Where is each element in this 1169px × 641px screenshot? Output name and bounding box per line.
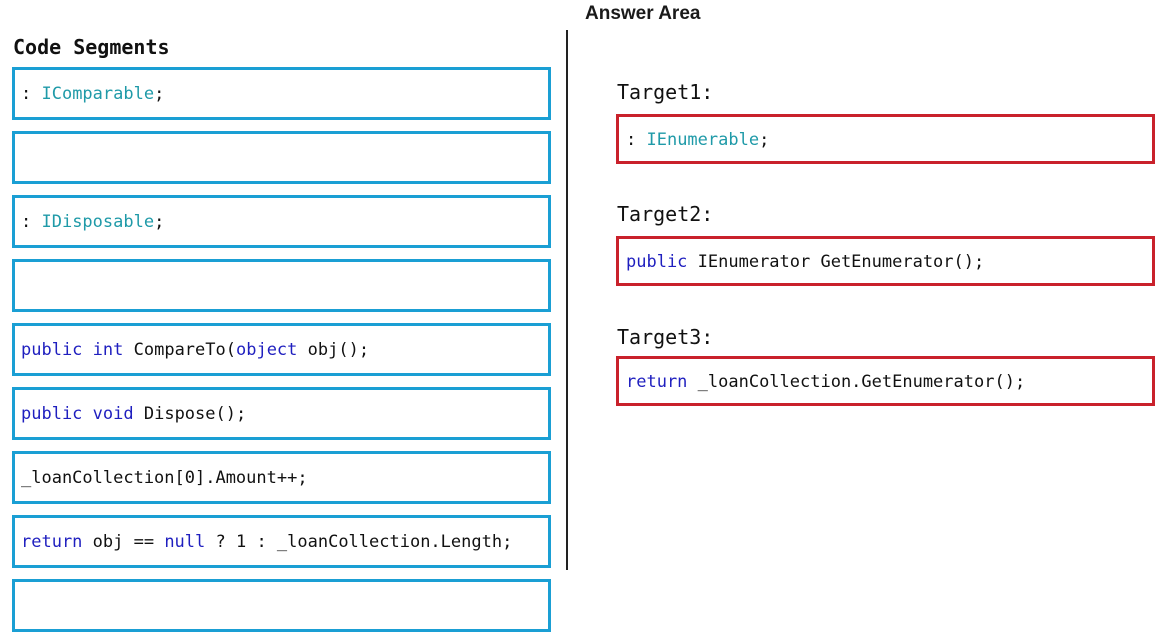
code-token: return <box>21 532 83 552</box>
code-token: ? 1 : _loanCollection.Length; <box>205 532 513 552</box>
code-segment[interactable]: public int CompareTo(object obj(); <box>12 323 551 376</box>
target-drop-zone[interactable]: public IEnumerator GetEnumerator(); <box>616 236 1155 286</box>
target-label: Target2: <box>617 202 714 226</box>
code-token: CompareTo( <box>123 340 236 360</box>
code-token: IEnumerable <box>646 130 760 150</box>
code-segment-empty[interactable] <box>12 579 551 632</box>
code-token: _loanCollection.GetEnumerator(); <box>687 372 1026 392</box>
code-segment[interactable]: _loanCollection[0].Amount++; <box>12 451 551 504</box>
code-token: : <box>626 130 647 150</box>
code-token: IComparable <box>41 84 155 104</box>
code-segments-title: Code Segments <box>13 35 170 59</box>
code-token: int <box>92 340 124 360</box>
target-code-text: public IEnumerator GetEnumerator(); <box>626 252 984 272</box>
code-token: null <box>164 532 206 552</box>
code-segment[interactable]: : IComparable; <box>12 67 551 120</box>
code-segment-text: public void Dispose(); <box>21 404 246 424</box>
code-token: obj(); <box>297 340 370 360</box>
code-segment[interactable]: return obj == null ? 1 : _loanCollection… <box>12 515 551 568</box>
code-token: object <box>235 340 298 360</box>
target-label: Target1: <box>617 80 714 104</box>
target-code-text: : IEnumerable; <box>626 130 769 150</box>
code-token: ; <box>154 212 165 232</box>
code-token: : <box>21 84 42 104</box>
code-token: obj == <box>82 532 165 552</box>
code-token: IDisposable <box>41 212 155 232</box>
code-token: return <box>626 372 688 392</box>
panel-divider <box>566 30 568 570</box>
target-code-text: return _loanCollection.GetEnumerator(); <box>626 372 1025 392</box>
code-token: Dispose(); <box>133 404 247 424</box>
code-token: public <box>21 404 83 424</box>
code-segment-empty[interactable] <box>12 131 551 184</box>
code-segment[interactable]: : IDisposable; <box>12 195 551 248</box>
code-token: _loanCollection[0].Amount++; <box>21 468 308 488</box>
code-token: : <box>21 212 42 232</box>
code-token: ; <box>154 84 165 104</box>
code-token: IEnumerator GetEnumerator(); <box>687 252 985 272</box>
code-segment-empty[interactable] <box>12 259 551 312</box>
code-token: ; <box>759 130 770 150</box>
code-segment-text: : IDisposable; <box>21 212 164 232</box>
code-segment[interactable]: public void Dispose(); <box>12 387 551 440</box>
code-segment-text: _loanCollection[0].Amount++; <box>21 468 308 488</box>
code-token: public <box>21 340 83 360</box>
code-segment-text: : IComparable; <box>21 84 164 104</box>
target-drop-zone[interactable]: : IEnumerable; <box>616 114 1155 164</box>
code-token: void <box>92 404 134 424</box>
code-token: public <box>626 252 688 272</box>
target-label: Target3: <box>617 325 714 349</box>
code-segment-text: public int CompareTo(object obj(); <box>21 340 369 360</box>
code-segment-text: return obj == null ? 1 : _loanCollection… <box>21 532 512 552</box>
target-drop-zone[interactable]: return _loanCollection.GetEnumerator(); <box>616 356 1155 406</box>
answer-area-title: Answer Area <box>585 3 701 24</box>
